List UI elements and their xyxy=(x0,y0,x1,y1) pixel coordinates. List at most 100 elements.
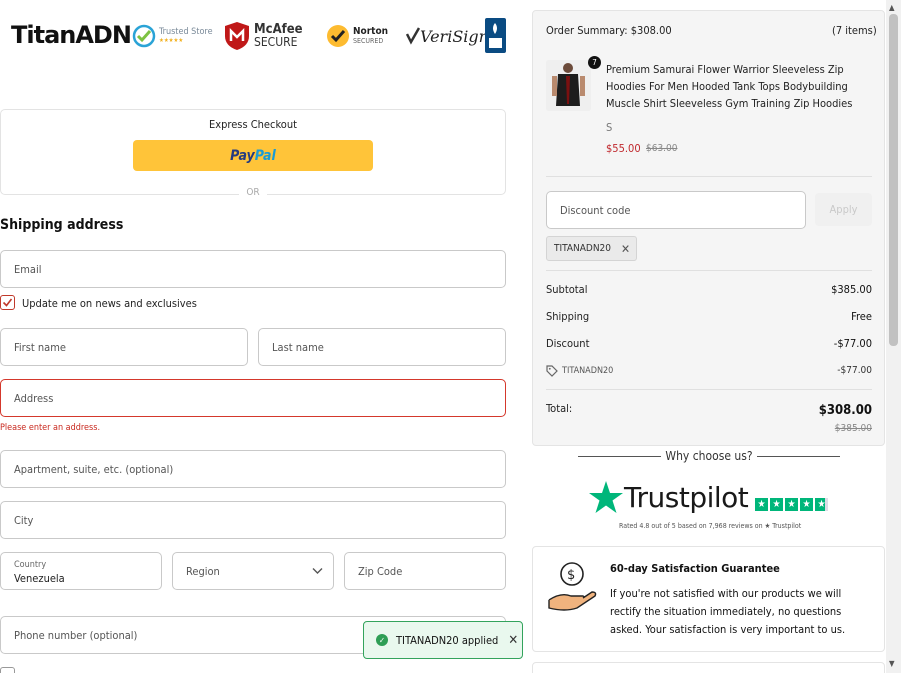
discount-label: Discount xyxy=(546,337,590,350)
shipping-label: Shipping xyxy=(546,310,590,323)
discount-code-value: -$77.00 xyxy=(837,365,872,376)
paypal-label-pay: Pay xyxy=(230,147,255,164)
summary-divider xyxy=(546,176,872,177)
country-label: Country xyxy=(14,560,47,570)
trusted-store-stars: ★★★★★ xyxy=(159,36,184,44)
order-summary-header: Order Summary: $308.00 xyxy=(546,24,672,37)
last-name-placeholder: Last name xyxy=(272,340,324,354)
trustpilot-stars: ★ ★ ★ ★ ★ xyxy=(755,498,828,511)
email-field[interactable]: Email xyxy=(0,250,506,288)
discount-code-input[interactable]: Discount code xyxy=(546,191,806,229)
discount-code-row: TITANADN20 xyxy=(546,365,613,377)
discount-applied-toast: ✓ TITANADN20 applied ✕ xyxy=(363,621,523,659)
address-field[interactable]: Address xyxy=(0,379,506,417)
star-icon: ★ xyxy=(815,498,828,511)
city-placeholder: City xyxy=(14,513,34,527)
apartment-field[interactable]: Apartment, suite, etc. (optional) xyxy=(0,450,506,488)
why-choose-us-label: Why choose us? xyxy=(661,449,757,463)
svg-text:$: $ xyxy=(567,568,575,583)
total-old-value: $385.00 xyxy=(834,423,872,434)
checkmark-icon xyxy=(2,298,13,307)
scrollbar-thumb[interactable] xyxy=(889,14,898,346)
why-choose-us-heading: Why choose us? xyxy=(578,449,840,463)
total-label: Total: xyxy=(546,402,573,415)
total-value: $308.00 xyxy=(818,403,872,418)
money-hand-icon: $ xyxy=(545,558,599,617)
norton-name: Norton xyxy=(353,26,389,37)
discount-code-label: TITANADN20 xyxy=(562,366,614,376)
money-hand-icon-graphic: $ xyxy=(548,562,597,611)
close-icon[interactable]: ✕ xyxy=(508,633,518,648)
phone-placeholder: Phone number (optional) xyxy=(14,628,138,642)
trustpilot-name: Trustpilot xyxy=(624,480,749,514)
mcafee-secure: SECURE xyxy=(254,34,298,49)
product-title: Premium Samurai Flower Warrior Sleeveles… xyxy=(606,63,853,110)
country-select[interactable]: Country Venezuela xyxy=(0,552,162,590)
norton-check-icon xyxy=(327,25,349,47)
apply-discount-button[interactable]: Apply xyxy=(815,193,872,226)
summary-divider xyxy=(546,389,872,390)
norton-secured: SECURED xyxy=(353,37,384,45)
city-field[interactable]: City xyxy=(0,501,506,539)
first-name-field[interactable]: First name xyxy=(0,328,248,366)
apartment-placeholder: Apartment, suite, etc. (optional) xyxy=(14,462,174,476)
mcafee-name: McAfee xyxy=(254,21,303,37)
first-name-placeholder: First name xyxy=(14,340,66,354)
scroll-down-arrow-icon[interactable]: ▼ xyxy=(889,659,895,668)
express-checkout-title: Express Checkout xyxy=(208,118,298,131)
tag-icon xyxy=(546,365,558,377)
trusted-store-check-icon xyxy=(132,24,156,48)
or-divider: OR xyxy=(0,187,506,198)
subtotal-value: $385.00 xyxy=(831,283,872,296)
product-quantity-badge: 7 xyxy=(588,56,601,69)
star-icon: ★ xyxy=(755,498,768,511)
brand-logo[interactable]: TitanADN xyxy=(11,21,132,49)
remove-code-icon[interactable]: ✕ xyxy=(621,242,630,256)
toast-message: TITANADN20 applied xyxy=(396,633,499,647)
product-price: $55.00 xyxy=(606,142,641,155)
zip-code-placeholder: Zip Code xyxy=(358,564,403,578)
partial-checkbox[interactable] xyxy=(0,667,15,673)
chevron-down-icon xyxy=(312,568,323,574)
star-icon: ★ xyxy=(785,498,798,511)
shipping-address-title: Shipping address xyxy=(0,217,124,233)
mcafee-badge: McAfee SECURE xyxy=(224,18,303,54)
email-placeholder: Email xyxy=(14,262,42,276)
guarantee-title: 60-day Satisfaction Guarantee xyxy=(610,562,780,575)
applied-code-chip: TITANADN20 ✕ xyxy=(546,236,637,261)
success-check-icon: ✓ xyxy=(376,634,388,646)
newsletter-label: Update me on news and exclusives xyxy=(22,297,197,310)
scroll-up-arrow-icon[interactable]: ▲ xyxy=(889,3,895,12)
star-icon: ★ xyxy=(770,498,783,511)
trusted-store-badge: Trusted Store ★★★★★ xyxy=(132,18,213,54)
verisign-name: VeriSign xyxy=(420,26,489,46)
norton-badge: Norton SECURED xyxy=(326,18,388,54)
summary-divider xyxy=(546,270,872,271)
mcafee-shield-icon xyxy=(225,22,249,50)
or-label: OR xyxy=(239,187,267,198)
guarantee-text: If you're not satisfied with our product… xyxy=(610,587,846,636)
hoodie-image-icon xyxy=(546,60,591,111)
discount-value: -$77.00 xyxy=(833,337,872,350)
product-variant: S xyxy=(606,121,613,134)
subtotal-label: Subtotal xyxy=(546,283,588,296)
paypal-label-pal: Pal xyxy=(254,147,276,164)
product-thumbnail xyxy=(546,60,591,111)
trustpilot-star-icon xyxy=(589,481,623,513)
star-icon: ★ xyxy=(800,498,813,511)
shipping-value: Free xyxy=(851,310,872,323)
bbb-badge xyxy=(485,18,506,53)
applied-code-label: TITANADN20 xyxy=(554,243,611,254)
paypal-button[interactable]: Pay Pal xyxy=(133,140,373,171)
newsletter-checkbox[interactable] xyxy=(0,295,15,310)
country-value: Venezuela xyxy=(14,572,65,585)
trustpilot-rating-text: Rated 4.8 out of 5 based on 7,968 review… xyxy=(619,522,802,530)
verisign-badge: VeriSign xyxy=(406,18,489,54)
order-items-count: (7 items) xyxy=(832,24,877,37)
last-name-field[interactable]: Last name xyxy=(258,328,506,366)
region-placeholder: Region xyxy=(186,564,220,578)
bbb-torch-icon xyxy=(489,23,502,48)
zip-code-field[interactable]: Zip Code xyxy=(344,552,506,590)
trustpilot-logo: Trustpilot xyxy=(588,480,749,514)
region-select[interactable]: Region xyxy=(172,552,334,590)
